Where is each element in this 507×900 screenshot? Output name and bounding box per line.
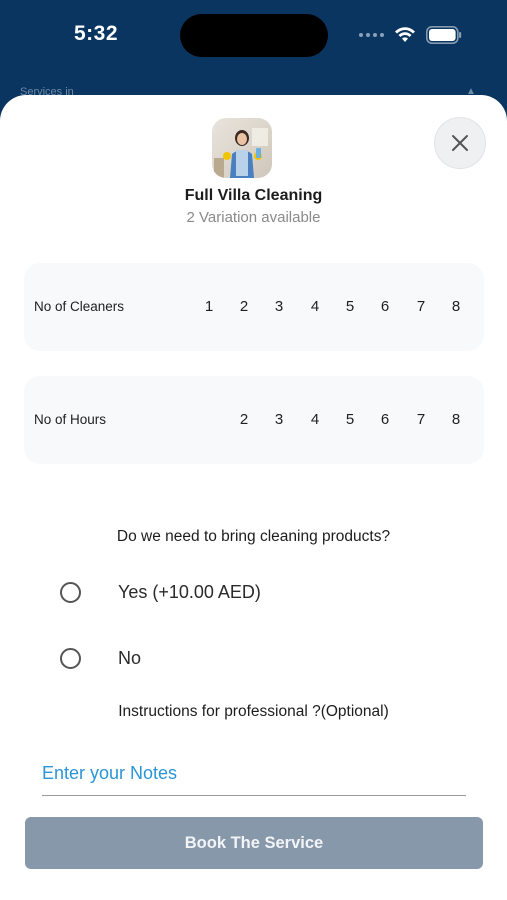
cleaners-option[interactable]: 6 <box>373 263 397 351</box>
radio-option-no[interactable]: No <box>60 644 141 672</box>
status-time: 5:32 <box>74 22 119 45</box>
close-button[interactable] <box>434 117 486 169</box>
hours-option[interactable]: 2 <box>232 376 256 464</box>
cleaners-option[interactable]: 7 <box>409 263 433 351</box>
dynamic-island <box>180 14 328 57</box>
variation-count: 2 Variation available <box>186 209 321 226</box>
radio-label-no: No <box>118 647 142 668</box>
service-image <box>212 118 272 178</box>
radio-button-icon[interactable] <box>60 581 81 603</box>
radio-button-icon[interactable] <box>60 647 81 669</box>
cleaners-option[interactable]: 1 <box>197 263 221 351</box>
cleaners-selector: No of Cleaners 1 2 3 4 5 6 7 8 <box>24 263 484 351</box>
hours-selector: No of Hours 2 3 4 5 6 7 8 <box>24 376 484 464</box>
notes-input[interactable] <box>42 752 466 796</box>
radio-label-yes: Yes (+10.00 AED) <box>118 581 261 602</box>
status-bar: 5:32 <box>0 0 507 70</box>
cleaners-option[interactable]: 3 <box>267 263 291 351</box>
cellular-signal-icon <box>359 33 384 37</box>
service-title: Full Villa Cleaning <box>184 187 323 204</box>
cleaners-option[interactable]: 8 <box>444 263 468 351</box>
close-icon <box>452 135 468 151</box>
hours-label: No of Hours <box>34 412 107 427</box>
hours-option[interactable]: 5 <box>338 376 362 464</box>
cleaners-option[interactable]: 4 <box>303 263 327 351</box>
wifi-icon <box>395 27 415 42</box>
cleaning-products-question: Do we need to bring cleaning products? <box>116 528 391 545</box>
book-service-button[interactable]: Book The Service <box>25 817 483 869</box>
instructions-label: Instructions for professional ?(Optional… <box>118 703 389 720</box>
cleaners-option[interactable]: 2 <box>232 263 256 351</box>
radio-option-yes[interactable]: Yes (+10.00 AED) <box>60 578 261 606</box>
hours-option[interactable]: 8 <box>444 376 468 464</box>
cleaners-label: No of Cleaners <box>34 299 125 314</box>
battery-icon <box>426 26 462 44</box>
service-options-sheet: Full Villa Cleaning 2 Variation availabl… <box>0 95 507 900</box>
hours-option[interactable]: 4 <box>303 376 327 464</box>
hours-option[interactable]: 3 <box>267 376 291 464</box>
hours-option[interactable]: 6 <box>373 376 397 464</box>
hours-option[interactable]: 7 <box>409 376 433 464</box>
cleaners-option[interactable]: 5 <box>338 263 362 351</box>
